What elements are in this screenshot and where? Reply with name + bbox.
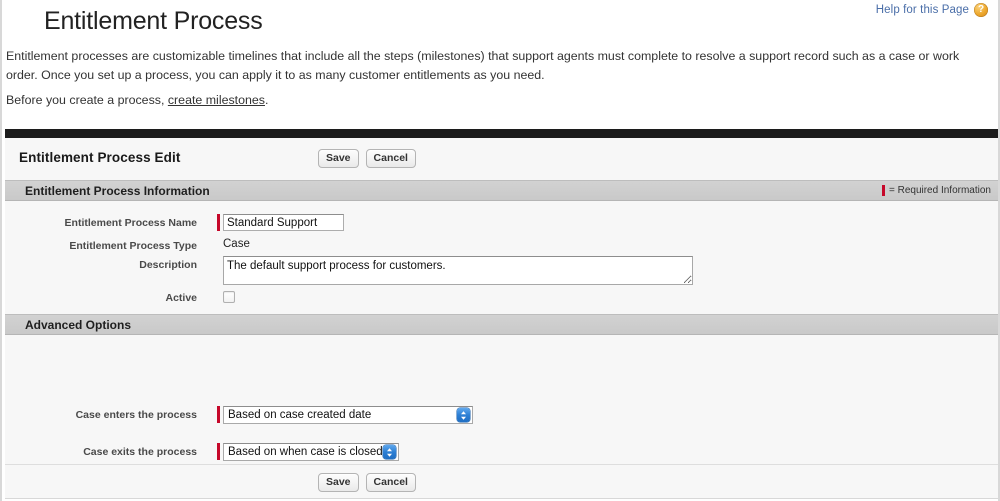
help-for-this-page-link[interactable]: Help for this Page	[876, 4, 969, 16]
description-textarea[interactable]: The default support process for customer…	[223, 256, 693, 285]
save-button-bottom[interactable]: Save	[318, 473, 359, 492]
case-enters-selected-option: Based on case created date	[228, 409, 372, 421]
process-type-value: Case	[223, 238, 250, 250]
required-information-legend: = Required Information	[881, 185, 991, 196]
label-process-name: Entitlement Process Name	[64, 217, 197, 229]
required-marker-icon	[217, 443, 220, 460]
label-case-enters: Case enters the process	[75, 409, 197, 421]
intro-suffix-text: .	[264, 93, 269, 107]
page-title: Entitlement Process	[44, 7, 263, 35]
entitlement-process-edit-panel: Entitlement Process Edit Save Cancel Ent…	[5, 138, 998, 501]
field-row-process-name: Entitlement Process Name	[25, 214, 344, 231]
label-active: Active	[165, 292, 197, 304]
top-button-group: Save Cancel	[318, 149, 416, 168]
section-divider-bar	[5, 129, 998, 138]
required-marker-icon	[881, 185, 885, 196]
case-exits-process-select[interactable]: Based on when case is closed	[223, 443, 399, 461]
chevron-updown-icon[interactable]	[383, 445, 396, 459]
value-process-type: Case	[223, 237, 250, 250]
section-header-process-information: Entitlement Process Information = Requir…	[5, 180, 998, 201]
label-case-exits: Case exits the process	[83, 446, 197, 458]
value-process-name	[217, 214, 344, 231]
process-name-input[interactable]	[223, 214, 344, 231]
intro-paragraph-secondary: Before you create a process, create mile…	[6, 91, 268, 110]
section-title-advanced-options: Advanced Options	[25, 318, 132, 332]
cancel-button-top[interactable]: Cancel	[365, 149, 416, 168]
field-row-description: Description The default support process …	[25, 256, 693, 285]
intro-prefix-text: Before you create a process,	[6, 93, 168, 107]
field-row-active: Active	[25, 289, 235, 305]
required-marker-icon	[217, 214, 220, 231]
panel-footer: Save Cancel	[5, 464, 998, 498]
field-row-case-exits: Case exits the process Based on when cas…	[25, 443, 399, 461]
intro-paragraph: Entitlement processes are customizable t…	[6, 49, 960, 82]
value-description: The default support process for customer…	[223, 256, 693, 285]
active-checkbox[interactable]	[223, 291, 235, 303]
create-milestones-link[interactable]: create milestones	[168, 93, 265, 107]
section-header-advanced-options: Advanced Options	[5, 314, 998, 335]
section-title-process-information: Entitlement Process Information	[25, 184, 210, 198]
edit-header-row: Entitlement Process Edit Save Cancel	[5, 138, 998, 180]
label-process-type: Entitlement Process Type	[69, 240, 197, 252]
required-marker-icon	[217, 406, 220, 423]
value-active	[223, 289, 235, 303]
edit-panel-title: Entitlement Process Edit	[19, 150, 181, 165]
value-case-exits: Based on when case is closed	[217, 443, 399, 461]
cancel-button-bottom[interactable]: Cancel	[365, 473, 416, 492]
case-exits-selected-option: Based on when case is closed	[228, 446, 383, 458]
case-enters-process-select[interactable]: Based on case created date	[223, 406, 473, 424]
label-description: Description	[139, 259, 197, 271]
chevron-updown-icon[interactable]	[457, 408, 470, 422]
value-case-enters: Based on case created date	[217, 406, 473, 424]
field-row-case-enters: Case enters the process Based on case cr…	[25, 406, 473, 424]
question-circle-icon[interactable]: ?	[974, 3, 988, 17]
bottom-button-group: Save Cancel	[318, 473, 416, 492]
required-legend-text: = Required Information	[888, 185, 991, 196]
entitlement-process-setup-page: Help for this Page ? Entitlement Process…	[0, 0, 1000, 501]
help-bar: Help for this Page ?	[876, 2, 988, 18]
field-row-process-type: Entitlement Process Type Case	[25, 237, 250, 253]
save-button-top[interactable]: Save	[318, 149, 359, 168]
